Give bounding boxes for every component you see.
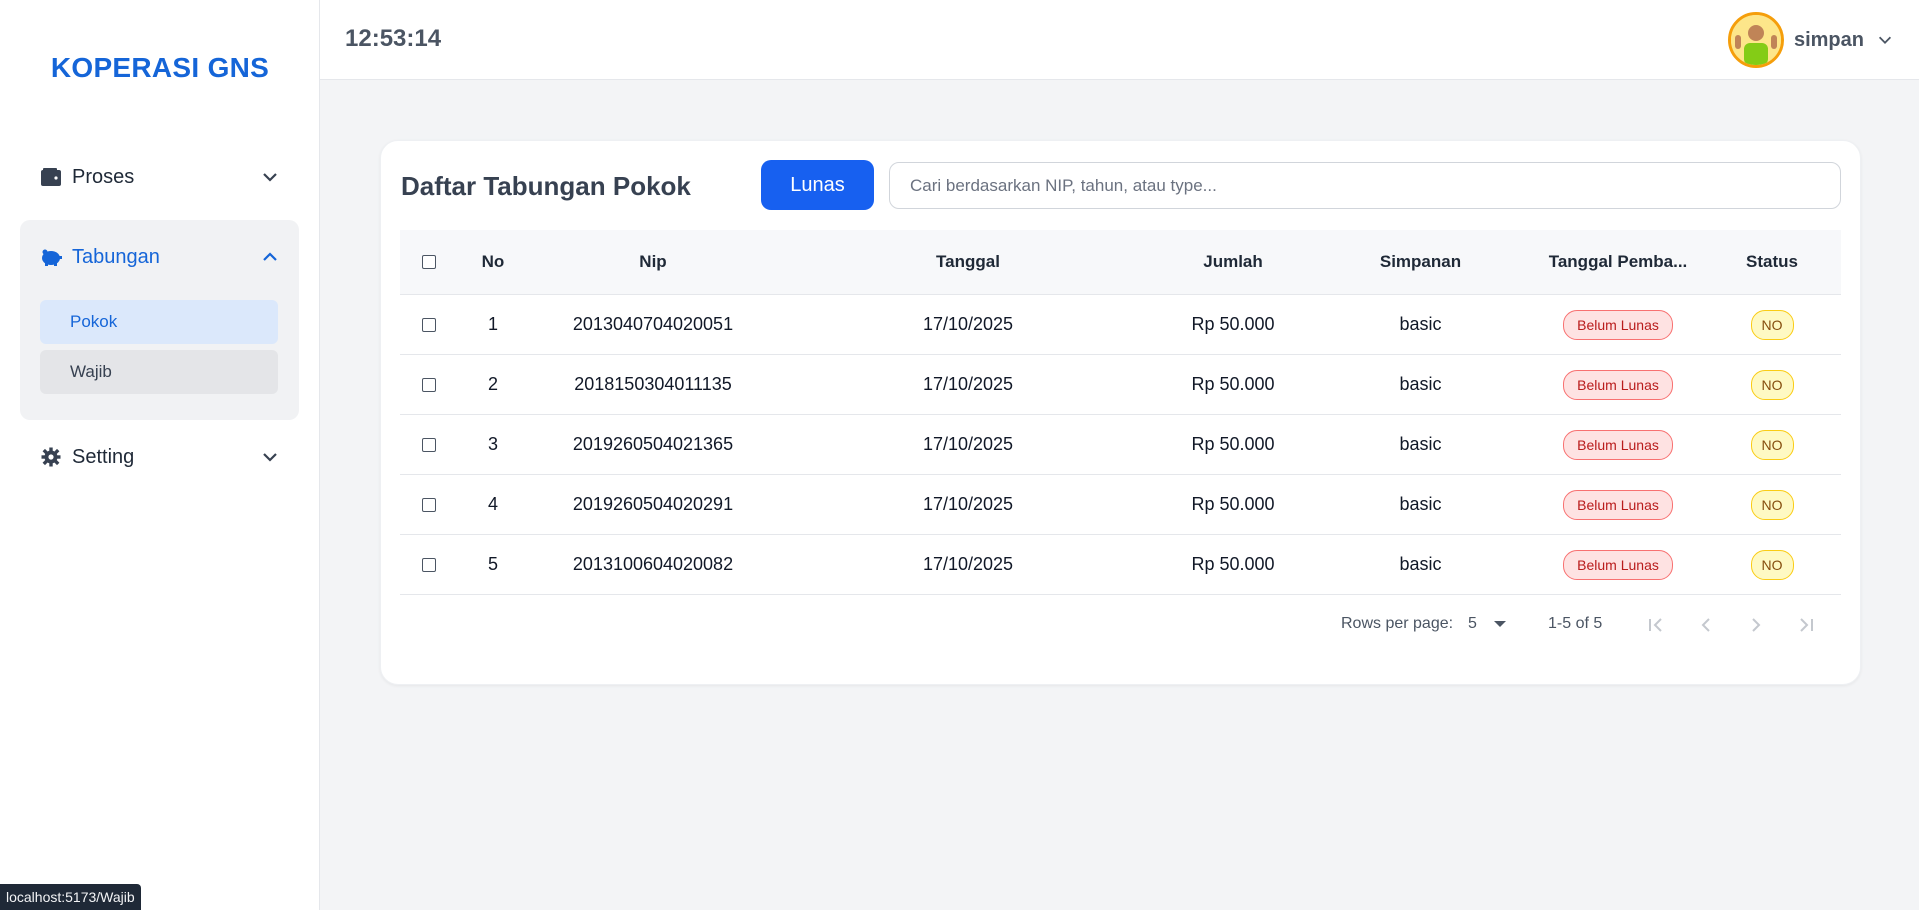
sidebar-item-wajib[interactable]: Wajib <box>40 350 278 394</box>
cell-tanggal: 17/10/2025 <box>922 374 1014 394</box>
rows-per-page-select[interactable]: 5 <box>1468 612 1528 636</box>
cell-no: 3 <box>487 434 498 454</box>
cell-jumlah: Rp 50.000 <box>1191 494 1275 514</box>
sidebar-item-setting[interactable]: Setting <box>40 437 280 477</box>
next-page-button[interactable] <box>1742 611 1770 639</box>
status-badge: Belum Lunas <box>1563 489 1673 520</box>
cell-nip: 2018150304011135 <box>574 374 732 394</box>
column-header-jumlah[interactable]: Jumlah <box>1158 230 1308 294</box>
caret-down-icon <box>1493 621 1506 627</box>
rows-per-page-value: 5 <box>1468 615 1477 632</box>
cell-nip: 2019260504020291 <box>572 494 734 514</box>
cell-simpanan: basic <box>1399 314 1442 334</box>
sidebar-item-tabungan[interactable]: Tabungan <box>40 237 280 277</box>
avatar <box>1727 12 1784 68</box>
chevron-down-icon <box>263 453 277 462</box>
column-header-nip[interactable]: Nip <box>528 230 778 294</box>
cell-no: 4 <box>487 494 498 514</box>
cell-tanggal: 17/10/2025 <box>922 554 1014 574</box>
first-page-button[interactable] <box>1642 611 1670 639</box>
column-header-tanggal-pembayaran[interactable]: Tanggal Pemba... <box>1533 230 1703 294</box>
chevron-up-icon <box>263 252 277 261</box>
sidebar-item-label: Pokok <box>70 312 118 331</box>
row-checkbox[interactable] <box>422 377 436 392</box>
last-page-icon <box>1800 618 1813 632</box>
column-header-no[interactable]: No <box>458 230 528 294</box>
cell-jumlah: Rp 50.000 <box>1191 374 1275 394</box>
gear-icon <box>40 446 62 468</box>
lunas-button[interactable]: Lunas <box>761 160 874 210</box>
status-badge: NO <box>1750 549 1794 580</box>
chevron-right-icon <box>1752 618 1761 632</box>
rows-per-page-label: Rows per page: <box>1341 615 1454 632</box>
row-checkbox[interactable] <box>422 317 436 332</box>
table-row[interactable]: 4 2019260504020291 17/10/2025 Rp 50.000 … <box>400 475 1841 535</box>
piggy-bank-icon <box>40 246 62 268</box>
page-range: 1-5 of 5 <box>1548 615 1603 632</box>
status-badge: Belum Lunas <box>1563 309 1673 340</box>
column-header-tanggal[interactable]: Tanggal <box>778 230 1158 294</box>
cell-simpanan: basic <box>1399 434 1442 454</box>
cell-jumlah: Rp 50.000 <box>1191 554 1275 574</box>
data-table: No Nip Tanggal Jumlah Simpanan Tanggal P… <box>400 230 1841 595</box>
table-row[interactable]: 1 2013040704020051 17/10/2025 Rp 50.000 … <box>400 295 1841 355</box>
cell-nip: 2013100604020082 <box>572 554 734 574</box>
status-badge: Belum Lunas <box>1563 369 1673 400</box>
cell-nip: 2019260504021365 <box>572 434 734 454</box>
cell-jumlah: Rp 50.000 <box>1191 434 1275 454</box>
cell-simpanan: basic <box>1399 494 1442 514</box>
row-checkbox[interactable] <box>422 497 436 512</box>
table-row[interactable]: 5 2013100604020082 17/10/2025 Rp 50.000 … <box>400 535 1841 595</box>
table-row[interactable]: 2 2018150304011135 17/10/2025 Rp 50.000 … <box>400 355 1841 415</box>
cell-nip: 2013040704020051 <box>572 314 734 334</box>
table-row[interactable]: 3 2019260504021365 17/10/2025 Rp 50.000 … <box>400 415 1841 475</box>
sidebar-item-label: Setting <box>72 445 135 468</box>
sidebar-item-label: Proses <box>72 165 135 188</box>
cell-no: 2 <box>487 374 498 394</box>
status-badge: NO <box>1750 489 1794 520</box>
row-checkbox[interactable] <box>422 557 436 572</box>
sidebar: KOPERASI GNS Proses Pokok Wajib Tabungan… <box>0 0 320 910</box>
table-header-row: No Nip Tanggal Jumlah Simpanan Tanggal P… <box>400 230 1841 295</box>
user-menu[interactable]: simpan <box>1727 12 1894 68</box>
chevron-down-icon <box>1878 36 1892 44</box>
cell-tanggal: 17/10/2025 <box>922 434 1014 454</box>
chevron-down-icon <box>263 173 277 182</box>
cell-no: 5 <box>487 554 498 574</box>
status-badge: NO <box>1750 309 1794 340</box>
brand-logo: KOPERASI GNS <box>50 52 270 83</box>
link-preview-statusbar: localhost:5173/Wajib <box>0 884 141 910</box>
cell-tanggal: 17/10/2025 <box>922 314 1014 334</box>
page-title: Daftar Tabungan Pokok <box>401 171 691 201</box>
pagination: Rows per page: 5 1-5 of 5 <box>381 609 1862 639</box>
cell-jumlah: Rp 50.000 <box>1191 314 1275 334</box>
first-page-icon <box>1649 618 1662 632</box>
cell-no: 1 <box>487 314 498 334</box>
search-input[interactable] <box>889 162 1841 209</box>
tabungan-pokok-card: Daftar Tabungan Pokok Lunas No Nip Tangg… <box>380 140 1861 685</box>
row-checkbox[interactable] <box>422 437 436 452</box>
status-badge: Belum Lunas <box>1563 549 1673 580</box>
sidebar-item-label: Wajib <box>70 362 112 381</box>
prev-page-button[interactable] <box>1692 611 1720 639</box>
clock: 12:53:14 <box>345 25 442 52</box>
sidebar-item-pokok[interactable]: Pokok <box>40 300 278 344</box>
chevron-left-icon <box>1701 618 1710 632</box>
status-badge: NO <box>1750 429 1794 460</box>
sidebar-item-label: Tabungan <box>72 245 160 268</box>
last-page-button[interactable] <box>1792 611 1820 639</box>
wallet-icon <box>40 166 62 188</box>
cell-simpanan: basic <box>1399 374 1442 394</box>
sidebar-item-proses[interactable]: Proses <box>40 157 280 197</box>
cell-tanggal: 17/10/2025 <box>922 494 1014 514</box>
username: simpan <box>1793 28 1864 51</box>
top-header: 12:53:14 simpan <box>320 0 1919 80</box>
status-badge: NO <box>1750 369 1794 400</box>
cell-simpanan: basic <box>1399 554 1442 574</box>
column-header-simpanan[interactable]: Simpanan <box>1308 230 1533 294</box>
column-header-status[interactable]: Status <box>1703 230 1841 294</box>
select-all-checkbox[interactable] <box>422 255 436 269</box>
status-badge: Belum Lunas <box>1563 429 1673 460</box>
